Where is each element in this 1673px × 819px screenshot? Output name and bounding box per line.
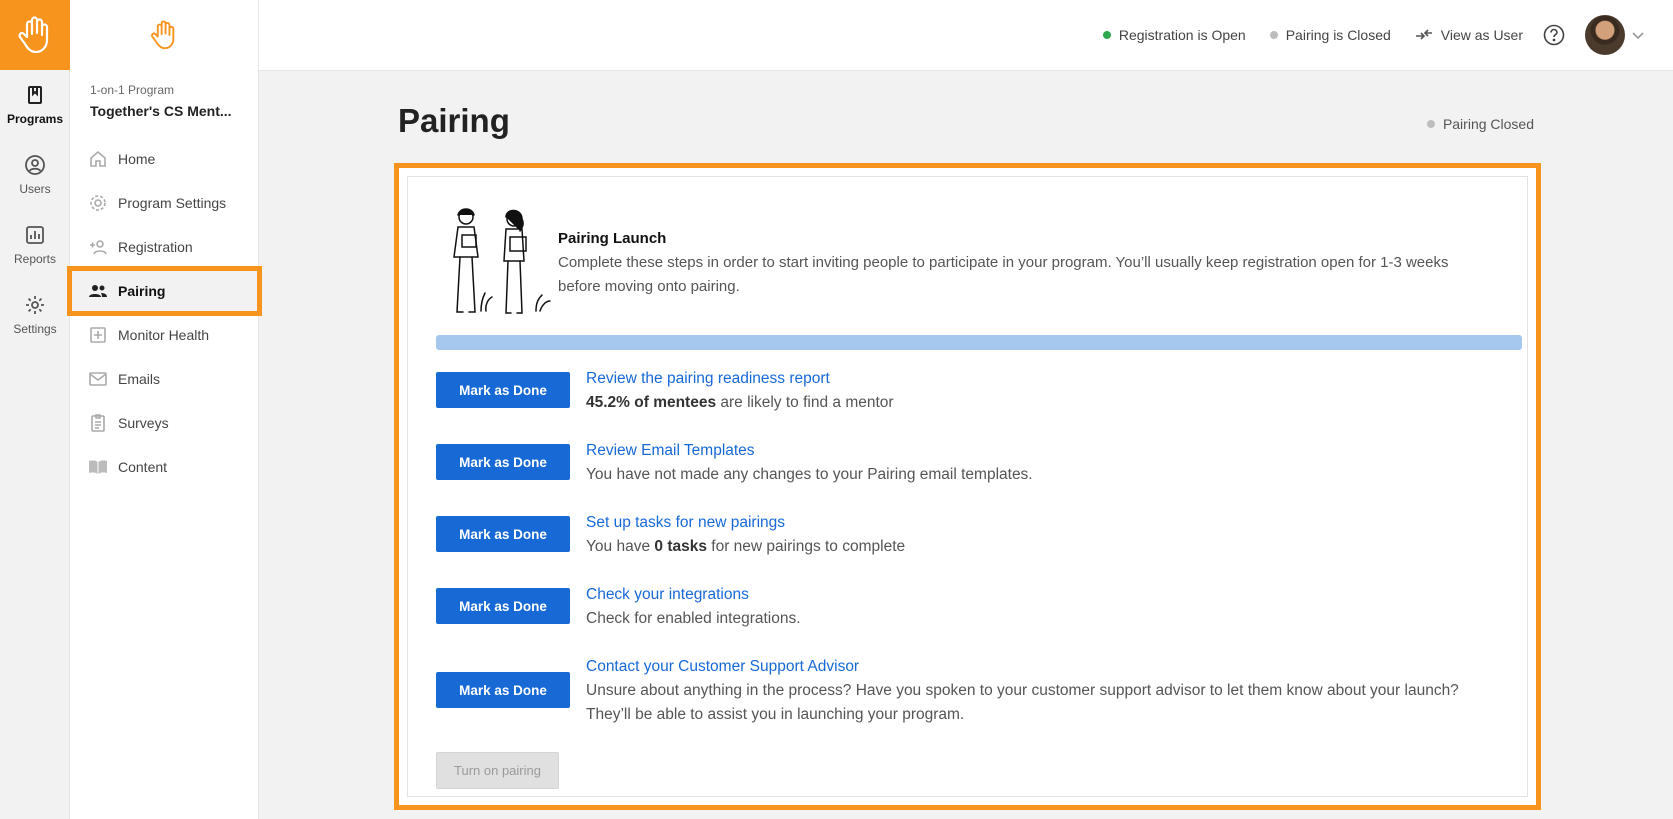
sidebar-nav: Home Program Settings Registration Pairi…: [67, 137, 262, 489]
avatar[interactable]: [1585, 15, 1625, 55]
help-icon[interactable]: [1543, 24, 1565, 46]
step-desc-pre: You have: [586, 538, 655, 555]
sidebar-item-content[interactable]: Content: [70, 445, 259, 489]
topbar-actions: Registration is Open Pairing is Closed V…: [1079, 14, 1645, 56]
gear-icon: [26, 296, 44, 314]
mark-as-done-button[interactable]: Mark as Done: [436, 372, 570, 408]
step-text: Review Email Templates You have not made…: [586, 439, 1506, 487]
launch-description: Complete these steps in order to start i…: [558, 254, 1449, 295]
program-type-label: 1-on-1 Program: [90, 83, 175, 97]
home-icon: [90, 150, 106, 167]
program-sidebar: 1-on-1 Program Together's CS Ment... Hom…: [67, 0, 262, 819]
step-text: Check your integrations Check for enable…: [586, 583, 1506, 631]
book-icon: [28, 86, 42, 104]
mark-as-done-button[interactable]: Mark as Done: [436, 516, 570, 552]
waving-hand-icon: [18, 16, 49, 54]
rail-label: Reports: [13, 252, 57, 266]
topbar: Registration is Open Pairing is Closed V…: [259, 0, 1673, 71]
sidebar-item-registration[interactable]: Registration: [70, 225, 259, 269]
sidebar-item-monitor-health[interactable]: Monitor Health: [70, 313, 259, 357]
rail-label: Programs: [6, 112, 64, 126]
step-description: 45.2% of mentees are likely to find a me…: [586, 391, 1506, 415]
waving-hand-icon: [151, 20, 175, 50]
pairing-closed-text: Pairing Closed: [1442, 116, 1534, 132]
program-name[interactable]: Together's CS Ment...: [90, 103, 240, 119]
user-circle-icon: [25, 155, 45, 175]
sidebar-item-label: Program Settings: [118, 195, 227, 211]
status-dot-green: [1102, 31, 1111, 39]
pairing-closed-badge: Pairing Closed: [1426, 116, 1534, 132]
step-desc-bold: 0 tasks: [654, 538, 707, 555]
sidebar-item-program-settings[interactable]: Program Settings: [70, 181, 259, 225]
step-description: Check for enabled integrations.: [586, 610, 801, 627]
page-title: Pairing: [398, 102, 510, 139]
step-link-pairing-readiness[interactable]: Review the pairing readiness report: [586, 367, 1506, 391]
icon-rail: Programs Users Reports Settings: [0, 0, 70, 819]
view-as-user-label: View as User: [1440, 27, 1523, 43]
step-link-integrations[interactable]: Check your integrations: [586, 583, 1506, 607]
open-book-icon: [89, 460, 107, 474]
two-people-illustration: [453, 208, 551, 314]
clipboard-icon: [91, 414, 105, 432]
step-link-setup-tasks[interactable]: Set up tasks for new pairings: [586, 511, 1506, 535]
step-desc-bold: 45.2% of mentees: [586, 394, 717, 411]
plus-square-icon: [90, 327, 106, 343]
step-description: You have not made any changes to your Pa…: [586, 466, 1033, 483]
add-user-icon: [90, 240, 107, 255]
rail-label: Settings: [13, 322, 57, 336]
chevron-down-icon[interactable]: [1631, 28, 1645, 42]
registration-status-text: Registration is Open: [1118, 27, 1246, 43]
step-text: Review the pairing readiness report 45.2…: [586, 367, 1506, 415]
sidebar-item-pairing[interactable]: Pairing: [67, 266, 262, 316]
launch-progress-bar: [436, 335, 1522, 350]
view-as-user-button[interactable]: View as User: [1415, 27, 1523, 43]
status-dot-gray: [1426, 120, 1435, 128]
sidebar-item-label: Home: [118, 151, 156, 167]
brand-logo[interactable]: [0, 0, 70, 70]
sidebar-item-surveys[interactable]: Surveys: [70, 401, 259, 445]
step-description: Unsure about anything in the process? Ha…: [586, 682, 1459, 723]
launch-title: Pairing Launch: [558, 230, 667, 247]
bar-chart-icon: [26, 226, 44, 244]
card-content: Pairing Launch Complete these steps in o…: [407, 176, 1528, 797]
rail-item-reports[interactable]: Reports: [0, 210, 70, 280]
sidebar-item-label: Pairing: [118, 283, 166, 299]
sidebar-item-home[interactable]: Home: [70, 137, 259, 181]
rail-label: Users: [19, 182, 51, 196]
step-desc-rest: for new pairings to complete: [706, 538, 906, 555]
sidebar-item-label: Surveys: [118, 415, 169, 431]
sidebar-item-emails[interactable]: Emails: [70, 357, 259, 401]
mark-as-done-button[interactable]: Mark as Done: [436, 588, 570, 624]
pairing-status: Pairing is Closed: [1269, 27, 1391, 43]
pairing-status-text: Pairing is Closed: [1285, 27, 1391, 43]
step-desc-rest: are likely to find a mentor: [716, 394, 894, 411]
users-icon: [89, 285, 107, 297]
registration-status: Registration is Open: [1102, 27, 1246, 43]
mark-as-done-button[interactable]: Mark as Done: [436, 672, 570, 708]
mail-icon: [89, 372, 107, 386]
rail-item-settings[interactable]: Settings: [0, 280, 70, 350]
rail-item-users[interactable]: Users: [0, 140, 70, 210]
gear-icon: [90, 195, 106, 211]
swap-arrows-icon: [1415, 29, 1432, 40]
sidebar-item-label: Content: [118, 459, 168, 475]
step-description: You have 0 tasks for new pairings to com…: [586, 535, 1506, 559]
sidebar-item-label: Registration: [118, 239, 193, 255]
sidebar-logo: [70, 0, 258, 70]
sidebar-item-label: Emails: [118, 371, 161, 387]
step-link-support-advisor[interactable]: Contact your Customer Support Advisor: [586, 655, 1506, 679]
step-text: Set up tasks for new pairings You have 0…: [586, 511, 1506, 559]
mark-as-done-button[interactable]: Mark as Done: [436, 444, 570, 480]
pairing-launch-card: Pairing Launch Complete these steps in o…: [394, 163, 1541, 810]
turn-on-pairing-button[interactable]: Turn on pairing: [436, 752, 559, 789]
sidebar-item-label: Monitor Health: [118, 327, 210, 343]
status-dot-gray: [1269, 31, 1278, 39]
step-link-email-templates[interactable]: Review Email Templates: [586, 439, 1506, 463]
rail-item-programs[interactable]: Programs: [0, 70, 70, 140]
step-text: Contact your Customer Support Advisor Un…: [586, 655, 1506, 727]
